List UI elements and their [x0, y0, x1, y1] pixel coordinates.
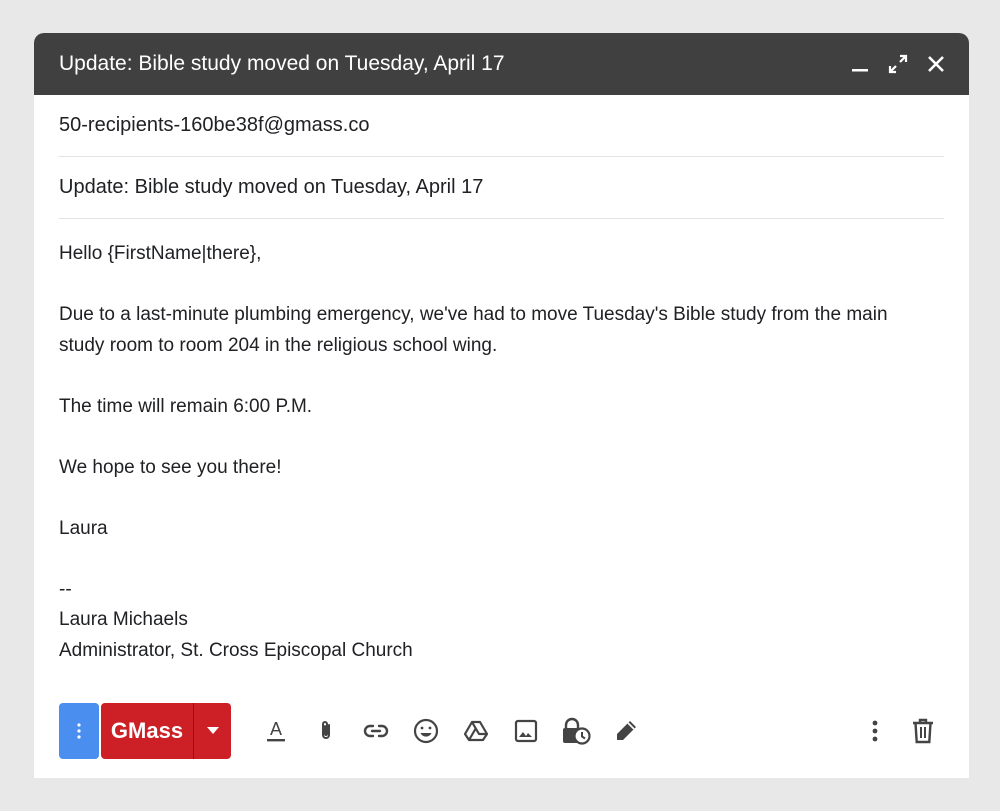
minimize-icon[interactable] [849, 53, 871, 75]
trash-icon[interactable] [902, 711, 944, 751]
attach-icon[interactable] [301, 711, 351, 751]
gmass-send-button[interactable]: GMass [101, 703, 193, 759]
closing-line: Laura [59, 517, 108, 539]
signature-icon[interactable] [601, 711, 651, 751]
drive-icon[interactable] [451, 711, 501, 751]
svg-text:A: A [270, 719, 282, 739]
greeting-line: Hello {FirstName|there}, [59, 243, 262, 264]
message-body[interactable]: Hello {FirstName|there}, Due to a last-m… [34, 219, 969, 666]
emoji-icon[interactable] [401, 711, 451, 751]
window-controls [849, 53, 947, 75]
link-icon[interactable] [351, 711, 401, 751]
body-paragraph-1-line-2: study room to room 204 in the religious … [59, 334, 498, 356]
recipients-field[interactable]: 50-recipients-160be38f@gmass.co [59, 95, 944, 157]
compose-titlebar[interactable]: Update: Bible study moved on Tuesday, Ap… [34, 33, 969, 95]
compose-title: Update: Bible study moved on Tuesday, Ap… [59, 52, 505, 75]
body-paragraph-3: We hope to see you there! [59, 456, 282, 478]
more-options-icon[interactable] [854, 711, 896, 751]
fullscreen-icon[interactable] [887, 53, 909, 75]
signature-title: Administrator, St. Cross Episcopal Churc… [59, 639, 413, 661]
compose-toolbar: GMass A [59, 703, 944, 759]
signature-separator: -- [59, 578, 72, 600]
right-tools [854, 711, 944, 751]
gmass-send-group: GMass [101, 703, 231, 759]
signature-name: Laura Michaels [59, 609, 188, 630]
close-icon[interactable] [925, 53, 947, 75]
subject-field[interactable]: Update: Bible study moved on Tuesday, Ap… [59, 157, 944, 219]
formatting-tools: A [251, 711, 651, 751]
confidential-mode-icon[interactable] [551, 711, 601, 751]
subject-value: Update: Bible study moved on Tuesday, Ap… [59, 176, 484, 198]
body-paragraph-2: The time will remain 6:00 P.M. [59, 395, 313, 417]
gmass-dropdown-button[interactable] [193, 703, 231, 759]
format-text-icon[interactable]: A [251, 711, 301, 751]
compose-window: Update: Bible study moved on Tuesday, Ap… [34, 33, 969, 778]
caret-down-icon [206, 727, 219, 734]
body-paragraph-1-line-1: Due to a last-minute plumbing emergency,… [59, 304, 888, 325]
image-icon[interactable] [501, 711, 551, 751]
gmass-settings-button[interactable] [59, 703, 99, 759]
recipients-value: 50-recipients-160be38f@gmass.co [59, 114, 370, 136]
vertical-dots-icon [77, 723, 81, 739]
